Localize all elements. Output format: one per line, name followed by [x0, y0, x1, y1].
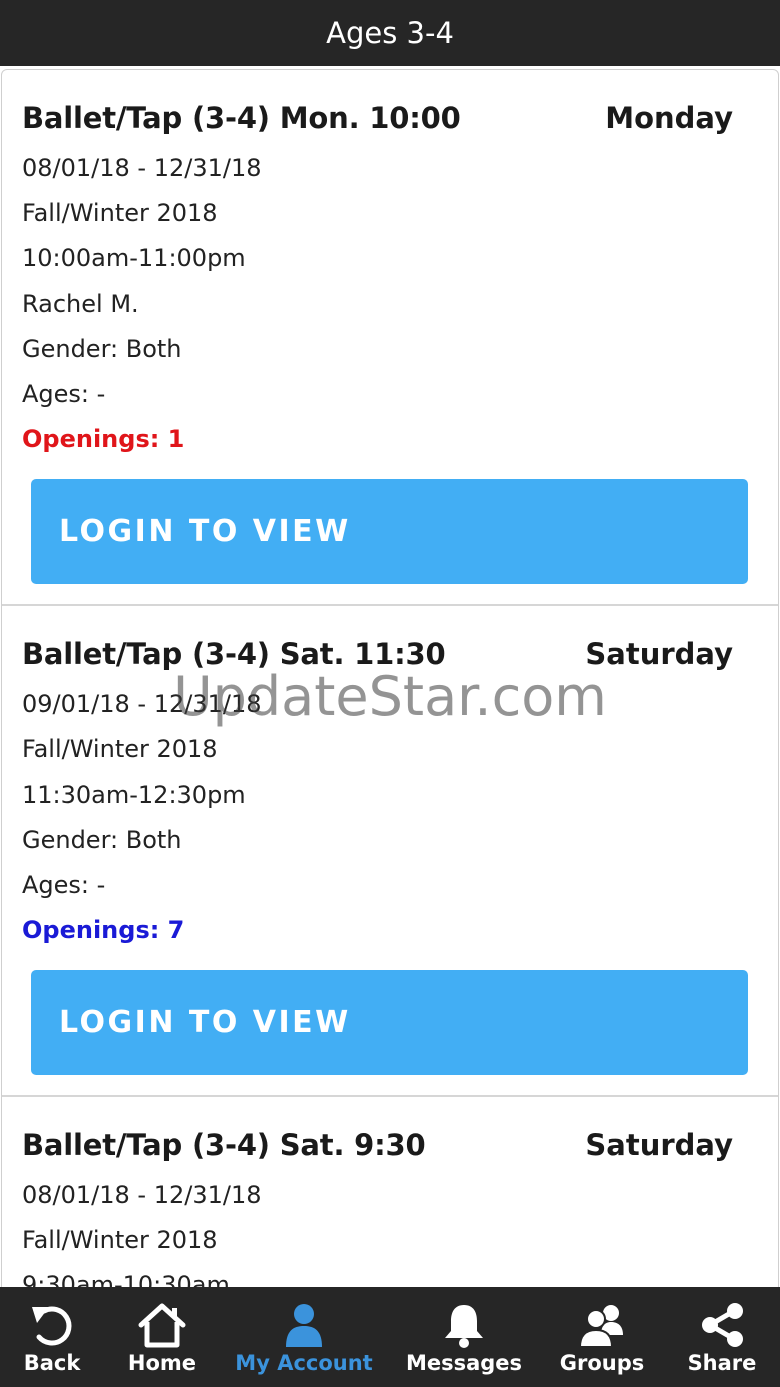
class-instructor: Rachel M. — [22, 289, 139, 318]
class-title: Ballet/Tap (3-4) Sat. 9:30 — [22, 1128, 426, 1163]
class-day: Monday — [605, 101, 733, 135]
class-title: Ballet/Tap (3-4) Mon. 10:00 — [22, 101, 461, 135]
tab-label: Home — [127, 1351, 197, 1375]
back-arrow-icon — [32, 1306, 72, 1346]
class-card: Ballet/Tap (3-4) Mon. 10:00 Monday 08/01… — [2, 70, 778, 607]
class-gender: Gender: Both — [22, 334, 182, 363]
class-ages: Ages: - — [22, 870, 106, 899]
class-list: Ballet/Tap (3-4) Mon. 10:00 Monday 08/01… — [1, 69, 779, 1287]
class-ages: Ages: - — [22, 379, 106, 408]
group-icon — [578, 1305, 623, 1348]
class-card: Ballet/Tap (3-4) Sat. 11:30 Saturday 09/… — [2, 606, 778, 1098]
tab-label: Back — [23, 1351, 81, 1375]
class-dates: 08/01/18 - 12/31/18 — [22, 1181, 262, 1210]
class-title: Ballet/Tap (3-4) Sat. 11:30 — [22, 637, 446, 672]
class-time: 10:00am-11:00pm — [22, 244, 246, 273]
tab-back[interactable]: Back — [0, 1287, 112, 1387]
tab-home[interactable]: Home — [102, 1287, 222, 1387]
top-header: Ages 3-4 — [0, 0, 780, 66]
class-dates: 09/01/18 - 12/31/18 — [22, 690, 262, 719]
class-card: Ballet/Tap (3-4) Sat. 9:30 Saturday 08/0… — [2, 1097, 778, 1287]
tab-messages[interactable]: Messages — [404, 1287, 524, 1387]
user-icon — [286, 1304, 322, 1347]
class-time: 9:30am-10:30am — [22, 1271, 230, 1287]
page-title: Ages 3-4 — [326, 16, 454, 50]
class-openings: Openings: 1 — [22, 425, 185, 454]
class-time: 11:30am-12:30pm — [22, 780, 246, 809]
bottom-tab-bar: Back Home My Account Messages Groups Sha… — [0, 1287, 780, 1387]
tab-label: Groups — [559, 1351, 645, 1375]
login-to-view-button[interactable]: LOGIN TO VIEW — [31, 479, 748, 585]
bell-icon — [445, 1305, 483, 1348]
tab-label: Messages — [405, 1351, 523, 1375]
tab-my-account[interactable]: My Account — [235, 1287, 373, 1387]
class-day: Saturday — [585, 1128, 733, 1163]
tab-groups[interactable]: Groups — [542, 1287, 662, 1387]
tab-share[interactable]: Share — [662, 1287, 780, 1387]
share-icon — [702, 1303, 743, 1347]
class-dates: 08/01/18 - 12/31/18 — [22, 154, 262, 182]
tab-label: Share — [687, 1351, 757, 1375]
class-list-scroll[interactable]: Ballet/Tap (3-4) Mon. 10:00 Monday 08/01… — [0, 66, 780, 1287]
login-to-view-button[interactable]: LOGIN TO VIEW — [31, 970, 748, 1076]
home-icon — [138, 1303, 186, 1348]
class-season: Fall/Winter 2018 — [22, 199, 218, 228]
class-gender: Gender: Both — [22, 825, 182, 854]
class-day: Saturday — [585, 637, 733, 672]
class-openings: Openings: 7 — [22, 916, 185, 945]
class-season: Fall/Winter 2018 — [22, 735, 218, 764]
tab-label: My Account — [235, 1351, 373, 1375]
class-season: Fall/Winter 2018 — [22, 1226, 218, 1255]
